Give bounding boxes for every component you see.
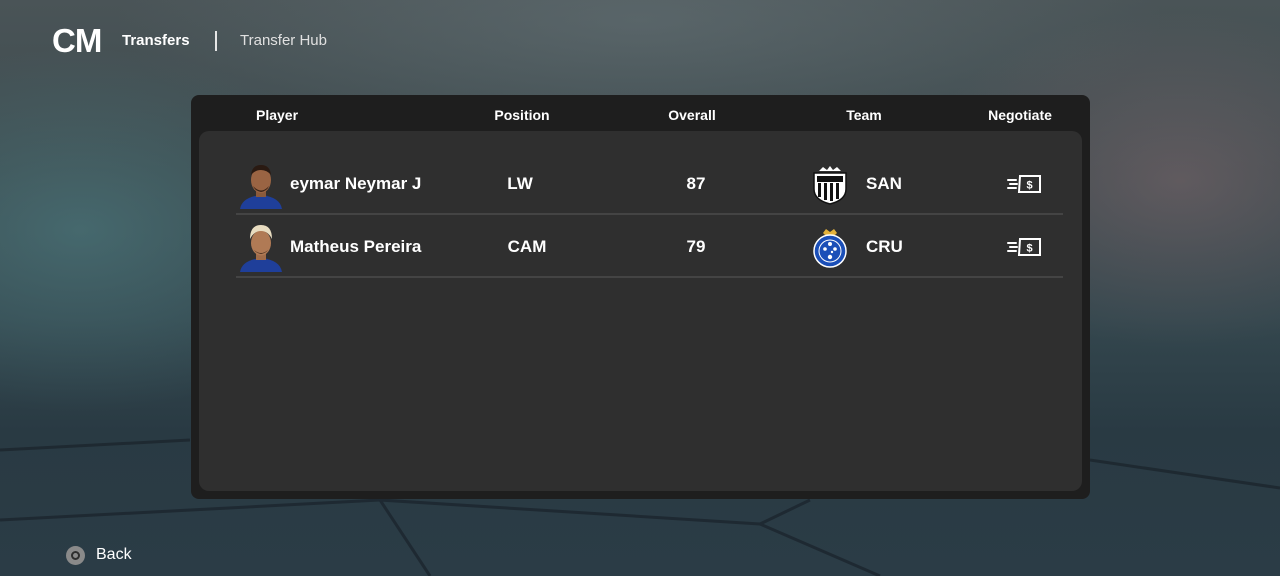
player-avatar [240,165,282,209]
transfer-hub-panel: Player Position Overall Team Negotiate e… [191,95,1090,499]
back-label: Back [96,546,132,563]
column-header-position: Position [494,107,550,123]
circle-button-icon [66,545,85,565]
back-button[interactable]: Back [66,544,132,566]
player-list: eymar Neymar J LW 87 SAN $ Matheus Perei… [199,131,1082,491]
cm-logo: CM [52,22,102,59]
player-name: Matheus Pereira [290,237,422,256]
svg-text:$: $ [1026,243,1032,255]
player-overall: 79 [686,237,706,256]
negotiate-button[interactable]: $ [1007,173,1043,195]
column-header-team: Team [846,107,882,123]
breadcrumb-divider [215,31,217,51]
breadcrumb-transfers: Transfers [122,32,190,49]
negotiate-button[interactable]: $ [1007,236,1043,258]
table-row[interactable]: Matheus Pereira CAM 79 CRU $ [236,216,1063,278]
player-position: LW [507,174,533,193]
player-name: eymar Neymar J [290,174,422,193]
column-header-overall: Overall [668,107,716,123]
player-position: CAM [507,237,547,256]
column-header-player: Player [255,107,299,123]
column-header-negotiate: Negotiate [988,107,1052,123]
team-abbreviation: SAN [866,174,902,193]
cruzeiro-crest-icon [813,229,847,268]
player-avatar [240,225,282,272]
player-overall: 87 [686,174,706,193]
svg-text:$: $ [1026,180,1032,192]
table-row[interactable]: eymar Neymar J LW 87 SAN $ [236,153,1063,215]
breadcrumb-transfer-hub: Transfer Hub [240,32,327,49]
team-abbreviation: CRU [866,237,903,256]
santos-crest-icon [813,166,847,205]
